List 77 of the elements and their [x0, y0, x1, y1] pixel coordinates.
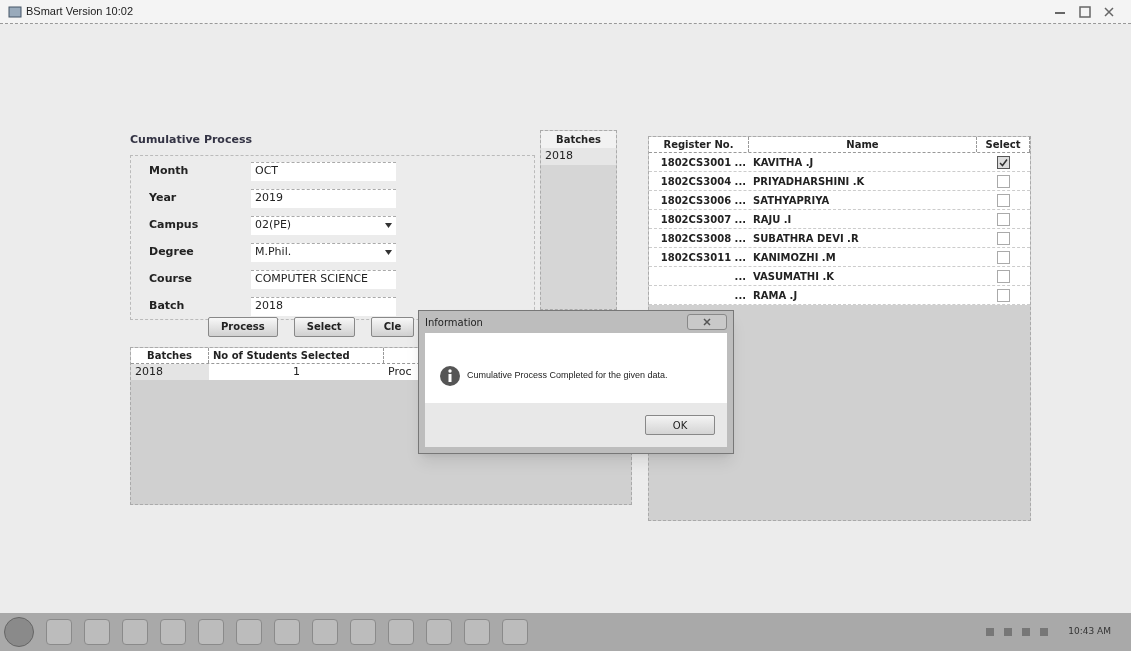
- field-label: Month: [149, 162, 190, 179]
- table-cell-text: SUBATHRA DEVI .R: [752, 231, 860, 246]
- dropdown[interactable]: 02(PE): [251, 215, 396, 235]
- taskbar-app-icon[interactable]: [46, 619, 72, 645]
- taskbar-app-icon[interactable]: [426, 619, 452, 645]
- checkbox[interactable]: [997, 193, 1010, 207]
- taskbar-app-icon[interactable]: [160, 619, 186, 645]
- dropdown[interactable]: M.Phil.: [251, 242, 396, 262]
- field-label: Campus: [149, 216, 200, 233]
- dropdown-arrow-icon: [385, 223, 392, 228]
- section-title: Cumulative Process: [130, 132, 253, 148]
- column-header: Name: [749, 137, 977, 152]
- close-icon[interactable]: [1103, 5, 1115, 18]
- taskbar-app-icon[interactable]: [274, 619, 300, 645]
- field-label: Batch: [149, 297, 186, 314]
- field-label: Course: [149, 270, 193, 287]
- checkbox[interactable]: [997, 155, 1010, 169]
- close-icon: [703, 318, 711, 326]
- column-header: Batches: [131, 347, 209, 363]
- app-icon: [8, 5, 22, 18]
- table-cell-text: RAJU .I: [752, 212, 793, 227]
- table-cell-text: VASUMATHI .K: [752, 269, 835, 284]
- table-cell-text: KANIMOZHI .M: [752, 250, 837, 265]
- table-cell: 2018: [131, 363, 209, 380]
- input-field[interactable]: 2019: [251, 188, 396, 208]
- action-button[interactable]: Process: [208, 316, 278, 337]
- dialog-message: Cumulative Process Completed for the given data.: [467, 369, 668, 383]
- checkbox[interactable]: [997, 231, 1010, 245]
- table-cell-text: 1802CS3006 ...: [659, 193, 747, 208]
- close-button[interactable]: [687, 314, 727, 330]
- input-field[interactable]: COMPUTER SCIENCE: [251, 269, 396, 289]
- checkbox[interactable]: [997, 288, 1010, 302]
- table-cell-text: ...: [733, 288, 747, 303]
- table-cell-text: PRIYADHARSHINI .K: [752, 174, 866, 189]
- table-cell-text: 1802CS3004 ...: [659, 174, 747, 189]
- input-field[interactable]: 2018: [251, 296, 396, 316]
- taskbar-app-icon[interactable]: [198, 619, 224, 645]
- clock: 10:43 AM: [1068, 625, 1112, 639]
- column-header: Select: [977, 137, 1030, 152]
- taskbar-app-icon[interactable]: [502, 619, 528, 645]
- table-cell-text: 1802CS3007 ...: [659, 212, 747, 227]
- field-label: Year: [149, 189, 178, 206]
- field-label: Degree: [149, 243, 195, 260]
- checkbox[interactable]: [997, 269, 1010, 283]
- column-header: No of Students Selected: [209, 347, 384, 363]
- checkbox[interactable]: [997, 174, 1010, 188]
- checkbox[interactable]: [997, 250, 1010, 264]
- maximize-icon[interactable]: [1079, 5, 1091, 18]
- column-header: Register No.: [649, 137, 749, 152]
- action-button[interactable]: Cle: [370, 316, 415, 337]
- table-cell-text: Proc: [387, 363, 413, 380]
- taskbar-app-icon[interactable]: [388, 619, 414, 645]
- taskbar-app-icon[interactable]: [236, 619, 262, 645]
- dropdown-arrow-icon: [385, 250, 392, 255]
- window-title: BSmart Version 10:02: [26, 4, 133, 20]
- table-cell-text: 1802CS3001 ...: [659, 155, 747, 170]
- taskbar-app-icon[interactable]: [350, 619, 376, 645]
- start-button[interactable]: [4, 617, 34, 647]
- column-header: Batches: [541, 131, 616, 148]
- table-cell-text: KAVITHA .J: [752, 155, 815, 170]
- checkbox[interactable]: [997, 212, 1010, 226]
- input-field[interactable]: OCT: [251, 161, 396, 181]
- taskbar-app-icon[interactable]: [312, 619, 338, 645]
- table-cell-text: 1802CS3011 ...: [659, 250, 747, 265]
- table-cell-text: ...: [733, 269, 747, 284]
- table-cell-text: 1802CS3008 ...: [659, 231, 747, 246]
- table-cell-text: RAMA .J: [752, 288, 799, 303]
- taskbar-app-icon[interactable]: [122, 619, 148, 645]
- taskbar-app-icon[interactable]: [84, 619, 110, 645]
- table-cell-text: 1: [292, 363, 301, 380]
- action-button[interactable]: Select: [293, 316, 355, 337]
- list-item[interactable]: 2018: [541, 148, 616, 165]
- dialog-title: Information: [425, 315, 483, 330]
- table-cell-text: SATHYAPRIYA: [752, 193, 831, 208]
- ok-button[interactable]: OK: [645, 415, 715, 435]
- taskbar-app-icon[interactable]: [464, 619, 490, 645]
- info-icon: [439, 365, 461, 387]
